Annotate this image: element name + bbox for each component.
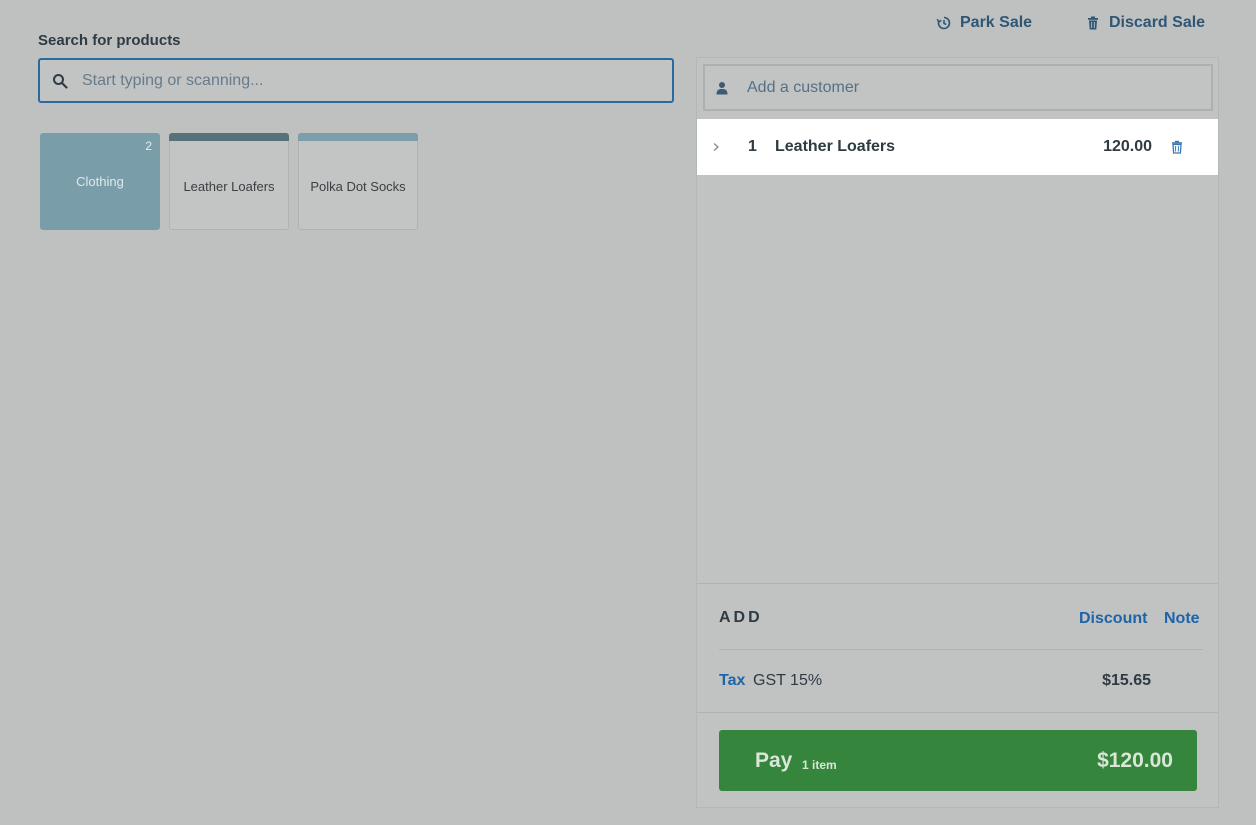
search-icon — [53, 73, 68, 89]
line-item-row[interactable]: 1 Leather Loafers 120.00 — [697, 119, 1218, 175]
trash-icon[interactable] — [1170, 140, 1184, 154]
line-item-price: 120.00 — [1103, 138, 1152, 155]
line-item-name: Leather Loafers — [775, 138, 896, 155]
search-input[interactable] — [80, 70, 644, 91]
pay-button[interactable]: Pay 1 item $120.00 — [719, 730, 1197, 791]
divider — [697, 712, 1218, 713]
tax-name: GST 15% — [753, 672, 823, 689]
search-label: Search for products — [38, 32, 181, 49]
discount-link[interactable]: Discount — [1079, 610, 1147, 628]
category-count-badge: 2 — [145, 139, 152, 153]
history-icon — [936, 16, 951, 30]
tax-amount: $15.65 — [1102, 672, 1151, 689]
tile-label: Clothing — [76, 174, 124, 189]
tile-label: Leather Loafers — [183, 179, 275, 194]
pay-label: Pay — [755, 748, 793, 772]
pay-item-count: 1 item — [802, 758, 837, 772]
add-label: ADD — [719, 609, 763, 626]
user-icon — [716, 81, 728, 94]
park-sale-label: Park Sale — [960, 14, 1033, 31]
tile-color-stripe — [298, 133, 418, 141]
product-tile-polka-dot-socks[interactable]: Polka Dot Socks — [298, 133, 418, 230]
tax-link[interactable]: Tax — [719, 672, 745, 690]
sale-panel: 1 Leather Loafers 120.00 ADD Discount No… — [696, 57, 1219, 808]
divider — [697, 583, 1218, 584]
customer-box[interactable] — [703, 64, 1213, 111]
discard-sale-button[interactable]: Discard Sale — [1085, 12, 1205, 34]
trash-icon — [1088, 16, 1098, 30]
park-sale-button[interactable]: Park Sale — [936, 12, 1032, 34]
pay-total: $120.00 — [1097, 748, 1173, 772]
category-tile-clothing[interactable]: 2 Clothing — [40, 133, 160, 230]
tile-label: Polka Dot Socks — [310, 179, 406, 194]
product-tile-leather-loafers[interactable]: Leather Loafers — [169, 133, 289, 230]
divider — [719, 649, 1203, 650]
line-item-qty: 1 — [748, 138, 757, 155]
tile-color-stripe — [169, 133, 289, 141]
note-link[interactable]: Note — [1164, 610, 1200, 628]
customer-input[interactable] — [745, 77, 1189, 98]
search-box[interactable] — [38, 58, 674, 103]
chevron-right-icon[interactable] — [711, 142, 721, 152]
discard-sale-label: Discard Sale — [1109, 14, 1206, 31]
